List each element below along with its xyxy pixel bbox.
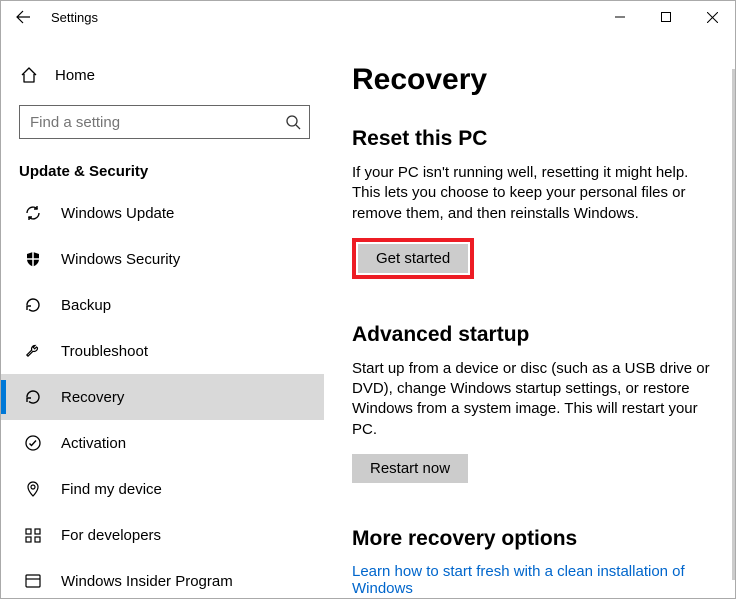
sidebar-item-label: Backup (61, 297, 111, 314)
backup-icon (23, 296, 43, 314)
insider-icon (23, 572, 43, 590)
reset-pc-body: If your PC isn't running well, resetting… (352, 163, 715, 224)
content-pane: Recovery Reset this PC If your PC isn't … (324, 63, 735, 598)
highlight-annotation: Get started (352, 238, 474, 279)
advanced-startup-body: Start up from a device or disc (such as … (352, 359, 715, 440)
shield-icon (23, 250, 43, 268)
minimize-icon (615, 12, 625, 22)
window-title: Settings (51, 10, 98, 25)
sidebar-item-windows-update[interactable]: Windows Update (1, 190, 324, 236)
more-recovery-heading: More recovery options (352, 527, 715, 551)
developers-icon (23, 526, 43, 544)
sidebar-item-label: Troubleshoot (61, 343, 148, 360)
sidebar-item-troubleshoot[interactable]: Troubleshoot (1, 328, 324, 374)
restart-now-button[interactable]: Restart now (352, 454, 468, 483)
close-button[interactable] (689, 1, 735, 33)
maximize-button[interactable] (643, 1, 689, 33)
arrow-left-icon (15, 9, 31, 25)
maximize-icon (661, 12, 671, 22)
sync-icon (23, 204, 43, 222)
search-icon (285, 114, 301, 130)
sidebar-item-insider[interactable]: Windows Insider Program (1, 558, 324, 598)
wrench-icon (23, 342, 43, 360)
fresh-install-link[interactable]: Learn how to start fresh with a clean in… (352, 563, 715, 597)
sidebar-home[interactable]: Home (1, 55, 324, 95)
scrollbar[interactable] (732, 69, 735, 580)
check-circle-icon (23, 434, 43, 452)
sidebar-item-find-my-device[interactable]: Find my device (1, 466, 324, 512)
sidebar-item-label: Find my device (61, 481, 162, 498)
sidebar-item-label: For developers (61, 527, 161, 544)
sidebar-item-label: Activation (61, 435, 126, 452)
get-started-button[interactable]: Get started (358, 244, 468, 273)
titlebar: Settings (1, 1, 735, 33)
location-icon (23, 480, 43, 498)
page-title: Recovery (352, 63, 715, 97)
sidebar-item-activation[interactable]: Activation (1, 420, 324, 466)
sidebar-section-header: Update & Security (19, 163, 324, 180)
sidebar-item-label: Windows Update (61, 205, 174, 222)
sidebar-item-backup[interactable]: Backup (1, 282, 324, 328)
sidebar-item-recovery[interactable]: Recovery (1, 374, 324, 420)
sidebar-item-label: Windows Security (61, 251, 180, 268)
recovery-icon (23, 388, 43, 406)
sidebar-item-label: Recovery (61, 389, 124, 406)
search-input[interactable] (30, 114, 285, 131)
back-button[interactable] (1, 1, 45, 33)
reset-pc-heading: Reset this PC (352, 127, 715, 151)
sidebar-item-for-developers[interactable]: For developers (1, 512, 324, 558)
minimize-button[interactable] (597, 1, 643, 33)
search-box[interactable] (19, 105, 310, 139)
close-icon (707, 12, 718, 23)
sidebar: Home Update & Security Windows Update Wi… (1, 33, 324, 598)
sidebar-home-label: Home (55, 67, 95, 84)
sidebar-item-label: Windows Insider Program (61, 573, 233, 590)
advanced-startup-heading: Advanced startup (352, 323, 715, 347)
home-icon (19, 66, 39, 84)
sidebar-item-windows-security[interactable]: Windows Security (1, 236, 324, 282)
